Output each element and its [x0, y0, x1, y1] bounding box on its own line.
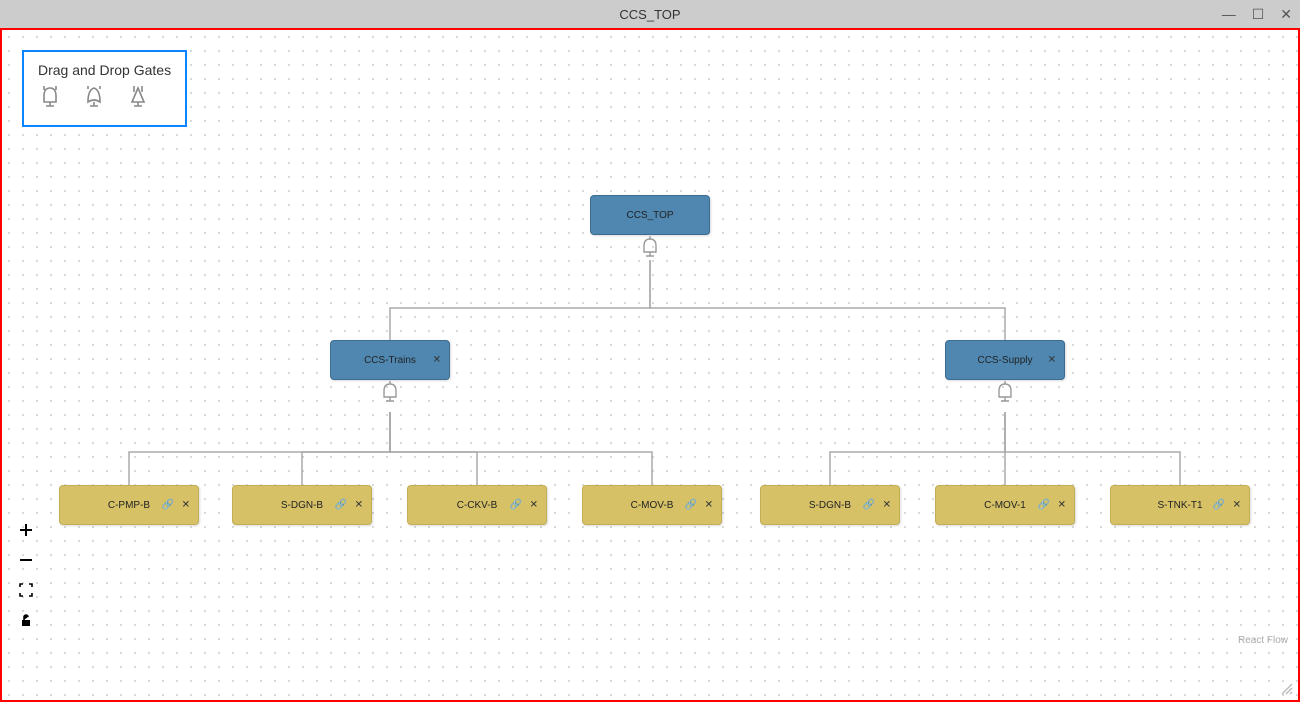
window-titlebar: CCS_TOP — ☐ ✕ — [0, 0, 1300, 28]
node-ccs-trains[interactable]: CCS-Trains ✕ — [330, 340, 450, 380]
node-leaf-label: S-DGN-B — [761, 500, 899, 511]
close-icon[interactable]: ✕ — [433, 355, 441, 366]
close-icon[interactable]: ✕ — [182, 500, 190, 511]
node-s-dgn-b-2[interactable]: S-DGN-B 🔗 ✕ — [760, 485, 900, 525]
window-close-button[interactable]: ✕ — [1280, 6, 1292, 23]
trains-gate-symbol-icon — [380, 381, 400, 407]
close-icon[interactable]: ✕ — [355, 500, 363, 511]
zoom-in-button[interactable] — [16, 520, 36, 540]
node-root-label: CCS_TOP — [591, 210, 709, 221]
root-gate-symbol-icon — [640, 236, 660, 262]
node-c-mov-b[interactable]: C-MOV-B 🔗 ✕ — [582, 485, 722, 525]
window-title: CCS_TOP — [619, 7, 680, 22]
node-ccs-supply[interactable]: CCS-Supply ✕ — [945, 340, 1065, 380]
window-minimize-button[interactable]: — — [1222, 6, 1236, 22]
diagram-canvas[interactable]: Drag and Drop Gates CCS_TOP — [0, 28, 1300, 702]
node-s-tnk-t1[interactable]: S-TNK-T1 🔗 ✕ — [1110, 485, 1250, 525]
and-gate-icon[interactable] — [38, 86, 62, 117]
kofn-gate-icon[interactable] — [126, 86, 150, 117]
link-icon[interactable]: 🔗 — [1213, 500, 1225, 511]
link-icon[interactable]: 🔗 — [510, 500, 522, 511]
or-gate-icon[interactable] — [82, 86, 106, 117]
close-icon[interactable]: ✕ — [1233, 500, 1241, 511]
node-leaf-label: S-TNK-T1 — [1111, 500, 1249, 511]
node-ccs-trains-label: CCS-Trains — [331, 355, 449, 366]
node-c-mov-1[interactable]: C-MOV-1 🔗 ✕ — [935, 485, 1075, 525]
node-ccs-supply-label: CCS-Supply — [946, 355, 1064, 366]
resize-handle-icon[interactable] — [1280, 682, 1294, 696]
link-icon[interactable]: 🔗 — [335, 500, 347, 511]
node-c-ckv-b[interactable]: C-CKV-B 🔗 ✕ — [407, 485, 547, 525]
attribution-label: React Flow — [1238, 635, 1288, 646]
node-leaf-label: C-PMP-B — [60, 500, 198, 511]
link-icon[interactable]: 🔗 — [162, 500, 174, 511]
gate-palette: Drag and Drop Gates — [22, 50, 187, 127]
window-maximize-button[interactable]: ☐ — [1252, 6, 1265, 23]
close-icon[interactable]: ✕ — [883, 500, 891, 511]
node-leaf-label: S-DGN-B — [233, 500, 371, 511]
zoom-out-button[interactable] — [16, 550, 36, 570]
close-icon[interactable]: ✕ — [1058, 500, 1066, 511]
node-leaf-label: C-CKV-B — [408, 500, 546, 511]
node-s-dgn-b[interactable]: S-DGN-B 🔗 ✕ — [232, 485, 372, 525]
link-icon[interactable]: 🔗 — [1038, 500, 1050, 511]
link-icon[interactable]: 🔗 — [863, 500, 875, 511]
palette-title: Drag and Drop Gates — [38, 62, 171, 78]
edge-layer — [2, 30, 1298, 700]
node-root[interactable]: CCS_TOP — [590, 195, 710, 235]
canvas-controls — [16, 520, 36, 630]
fit-view-button[interactable] — [16, 580, 36, 600]
close-icon[interactable]: ✕ — [530, 500, 538, 511]
node-leaf-label: C-MOV-B — [583, 500, 721, 511]
link-icon[interactable]: 🔗 — [685, 500, 697, 511]
close-icon[interactable]: ✕ — [1048, 355, 1056, 366]
lock-toggle-button[interactable] — [16, 610, 36, 630]
close-icon[interactable]: ✕ — [705, 500, 713, 511]
node-leaf-label: C-MOV-1 — [936, 500, 1074, 511]
window-controls: — ☐ ✕ — [1222, 0, 1292, 28]
node-c-pmp-b[interactable]: C-PMP-B 🔗 ✕ — [59, 485, 199, 525]
supply-gate-symbol-icon — [995, 381, 1015, 407]
